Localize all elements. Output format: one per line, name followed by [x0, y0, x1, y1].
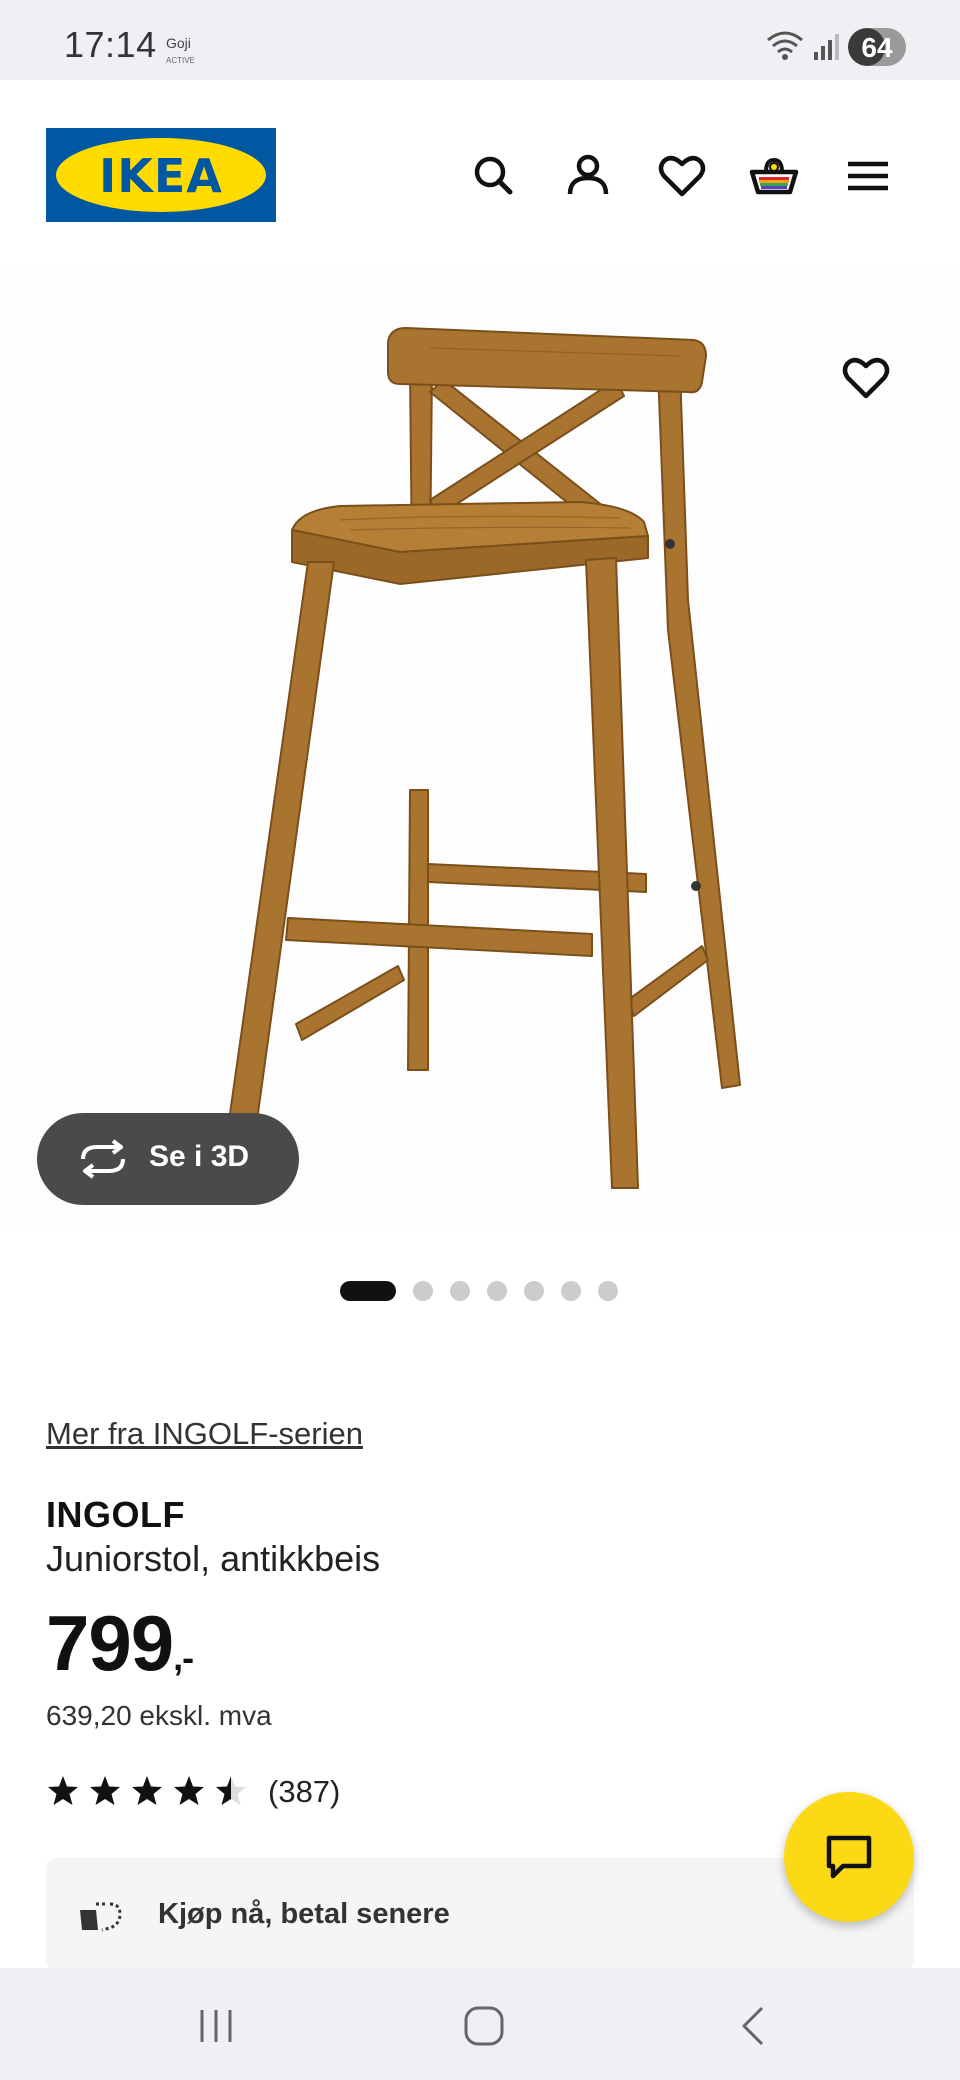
gallery-pagination: [0, 1278, 960, 1302]
price-main: 799: [46, 1599, 174, 1687]
site-header: IKEA: [0, 80, 960, 270]
add-to-favorites-icon[interactable]: [838, 350, 894, 406]
product-name: INGOLF: [46, 1494, 185, 1535]
star-icon: [90, 1776, 120, 1805]
wifi-icon: [767, 31, 803, 60]
product-image-chair: [225, 327, 741, 1189]
product-price: 799,-: [46, 1598, 194, 1689]
goji-sub: ACTIVE: [166, 56, 195, 65]
product-description: Juniorstol, antikkbeis: [46, 1538, 381, 1579]
review-count[interactable]: (387): [268, 1774, 340, 1810]
recent-apps-icon[interactable]: [194, 2004, 238, 2048]
goji-label: Goji: [166, 35, 191, 51]
back-icon[interactable]: [732, 2004, 776, 2048]
gallery-dot[interactable]: [413, 1281, 433, 1301]
payment-plan-icon: [80, 1902, 122, 1932]
gallery-dot[interactable]: [340, 1281, 396, 1301]
price-suffix: ,-: [173, 1637, 194, 1678]
menu-icon[interactable]: [840, 148, 896, 204]
gallery-dot[interactable]: [561, 1281, 581, 1301]
chat-button[interactable]: [784, 1792, 914, 1922]
signal-icon: [814, 34, 839, 60]
ikea-logo[interactable]: IKEA: [46, 128, 276, 222]
basket-icon[interactable]: [746, 148, 802, 204]
price-ex-vat: 639,20 ekskl. mva: [46, 1700, 272, 1731]
gallery-dot[interactable]: [450, 1281, 470, 1301]
home-icon[interactable]: [462, 2004, 506, 2048]
battery-level: 64: [861, 32, 893, 63]
gallery-dot[interactable]: [524, 1281, 544, 1301]
product-image-gallery[interactable]: Se i 3D: [0, 270, 960, 1230]
gallery-dot[interactable]: [487, 1281, 507, 1301]
status-time: 17:14: [64, 24, 157, 65]
view-in-3d-label: Se i 3D: [149, 1140, 250, 1173]
buy-now-pay-later-label: Kjøp nå, betal senere: [158, 1898, 450, 1930]
logo-text: IKEA: [99, 149, 223, 203]
chat-icon: [826, 1835, 872, 1879]
battery-indicator: 64: [848, 28, 906, 66]
goji-indicator: Goji ACTIVE: [166, 36, 195, 68]
search-icon[interactable]: [466, 148, 522, 204]
gallery-dot[interactable]: [598, 1281, 618, 1301]
star-icon: [48, 1776, 78, 1805]
status-bar: 17:14 Goji ACTIVE 64: [0, 0, 960, 80]
buy-now-pay-later-banner[interactable]: Kjøp nå, betal senere: [46, 1858, 914, 1970]
series-link[interactable]: Mer fra INGOLF-serien: [46, 1416, 363, 1452]
star-icon: [216, 1776, 246, 1805]
heart-icon[interactable]: [654, 148, 710, 204]
star-icon: [174, 1776, 204, 1805]
system-nav-bar: [0, 1968, 960, 2080]
rotate-3d-icon: [81, 1139, 125, 1179]
account-icon[interactable]: [560, 148, 616, 204]
star-icon: [132, 1776, 162, 1805]
view-in-3d-button[interactable]: Se i 3D: [37, 1113, 299, 1205]
